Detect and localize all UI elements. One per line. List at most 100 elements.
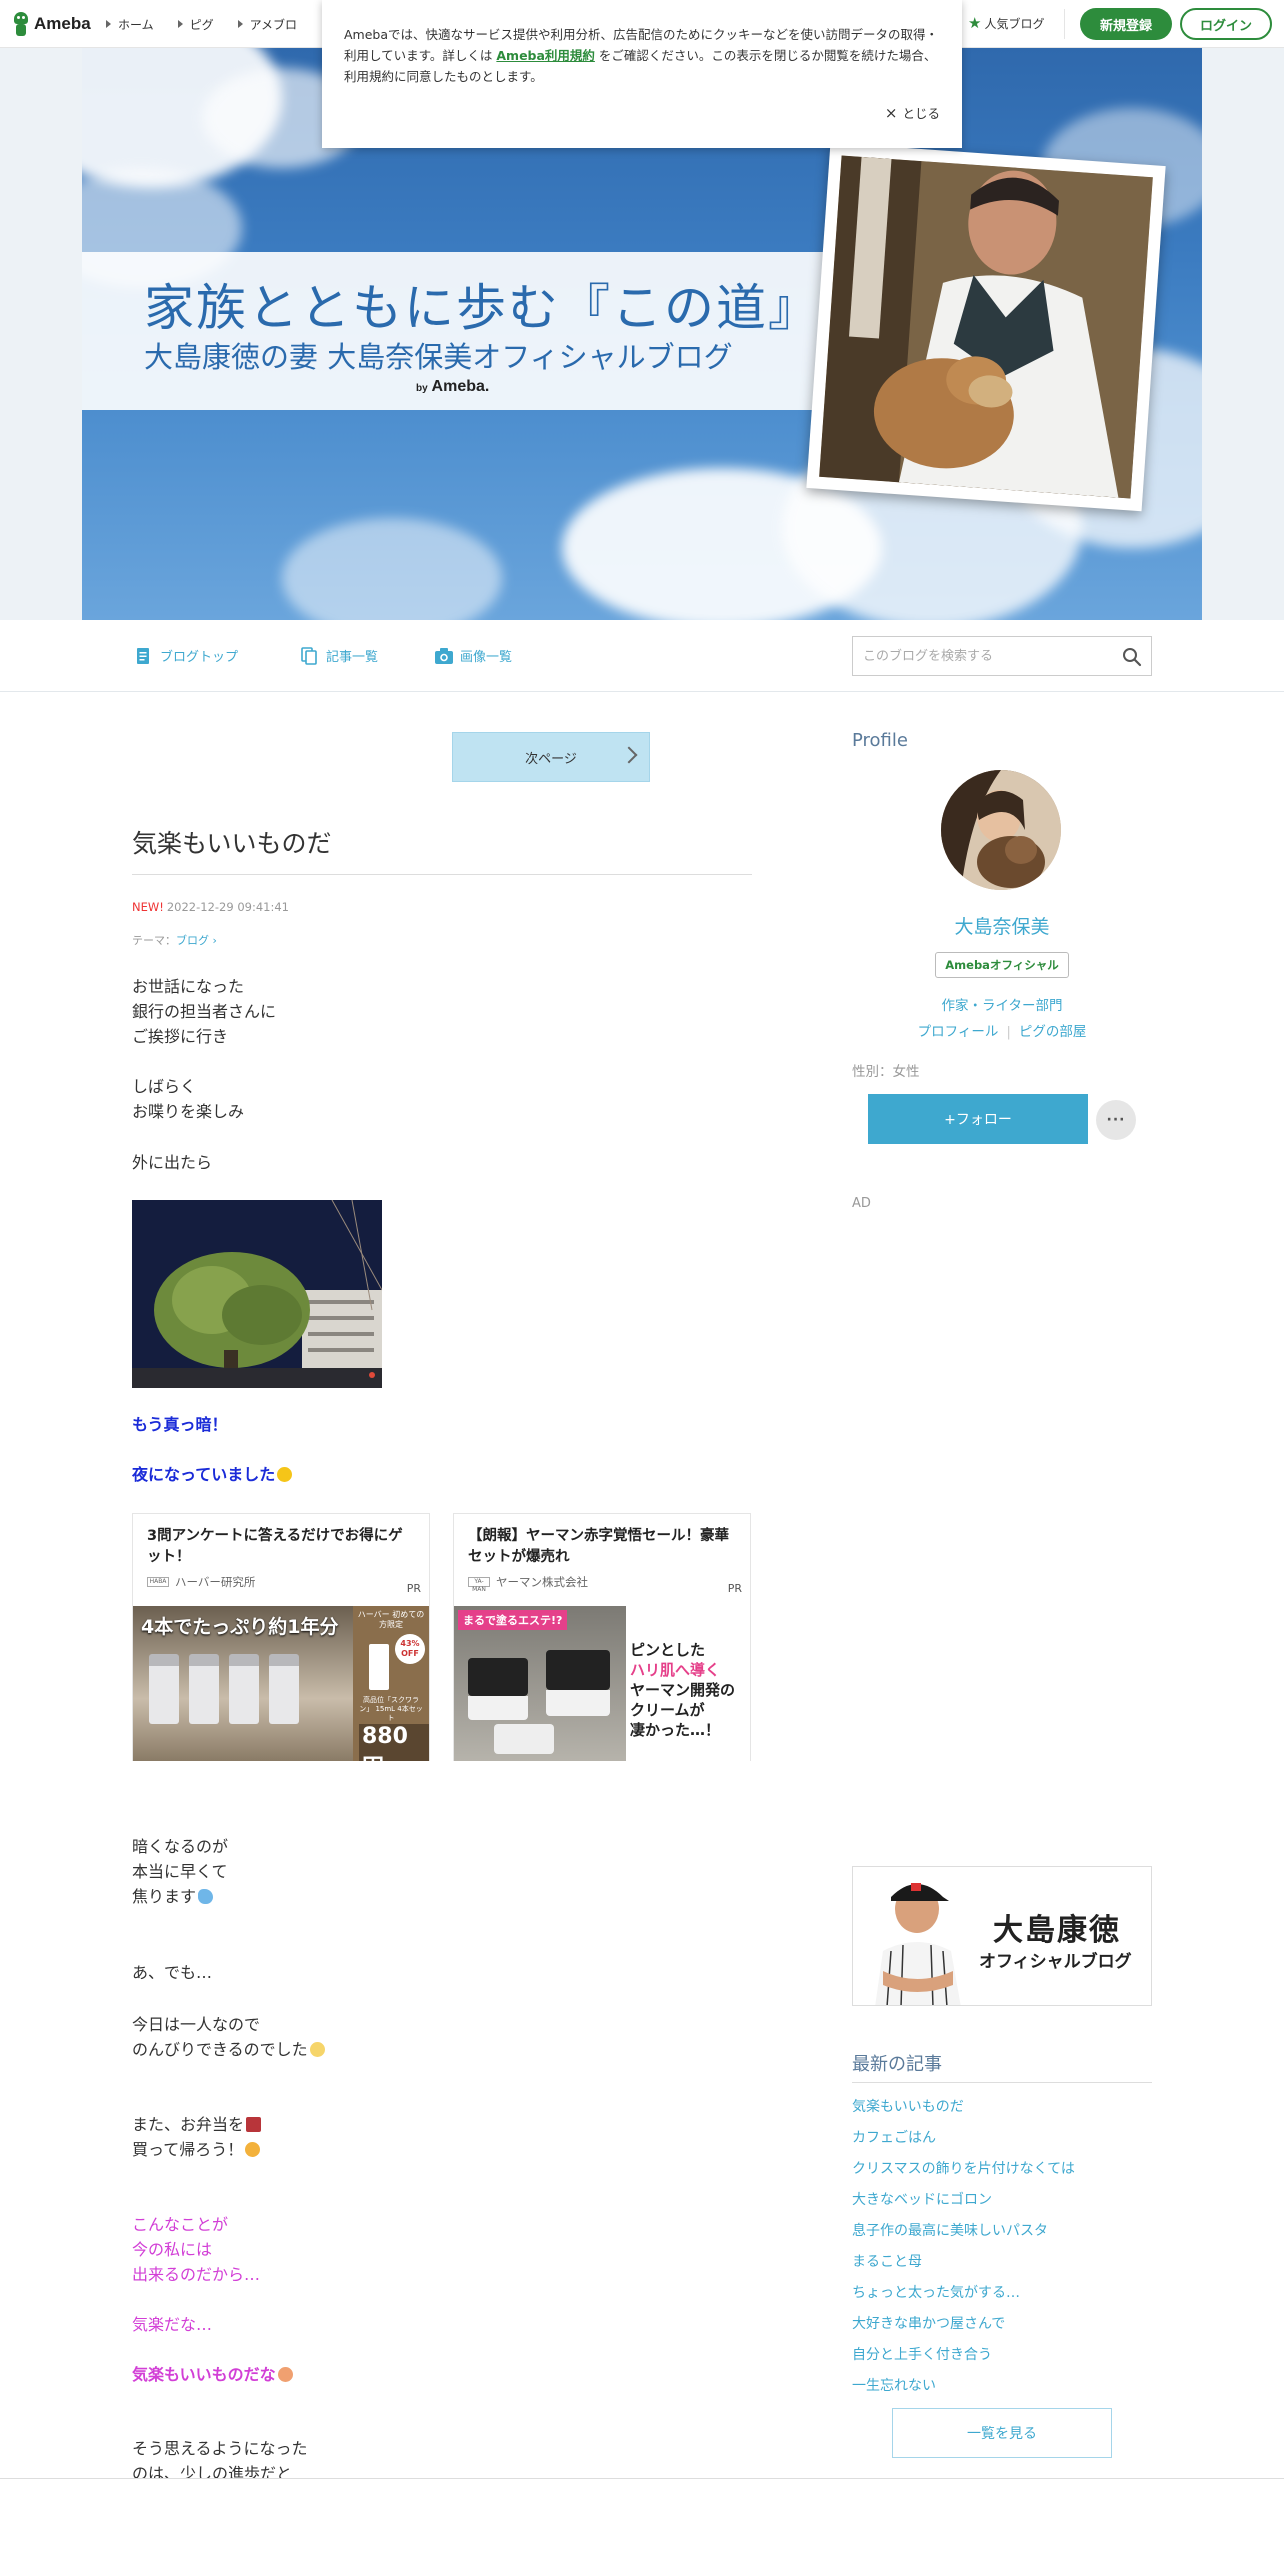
next-page-button[interactable]: 次ページ bbox=[452, 732, 650, 782]
new-badge: NEW! bbox=[132, 900, 164, 914]
latest-entry-link[interactable]: クリスマスの飾りを片付けなくては bbox=[852, 2158, 1075, 2178]
register-button[interactable]: 新規登録 bbox=[1080, 8, 1172, 40]
popular-blog-link[interactable]: ★ 人気ブログ bbox=[968, 14, 1044, 32]
sweat-droplets-emoji-icon bbox=[198, 1889, 214, 1904]
baseball-player-photo bbox=[857, 1867, 977, 2005]
latest-entry-link[interactable]: まること母 bbox=[852, 2251, 922, 2271]
footer-area bbox=[0, 2479, 1284, 2568]
cookie-close-button[interactable]: × とじる bbox=[885, 103, 940, 124]
latest-entry-link[interactable]: 自分と上手く付き合う bbox=[852, 2344, 992, 2364]
latest-entry-link[interactable]: 息子作の最高に美味しいパスタ bbox=[852, 2220, 1048, 2240]
chevron-right-icon bbox=[620, 746, 638, 764]
pr-card-haba[interactable]: 3問アンケートに答えるだけでお得にゲット！ HABA ハーバー研究所 PR 4本で… bbox=[132, 1513, 430, 1761]
entry-paragraph-2: しばらく お喋りを楽しみ bbox=[132, 1077, 245, 1121]
oshima-yasunori-blog-banner[interactable]: 大島康徳 オフィシャルブログ bbox=[852, 1866, 1152, 2006]
profile-gender: 性別：女性 bbox=[852, 1064, 920, 1080]
blog-subtitle: 大島康徳の妻 大島奈保美オフィシャルブログ bbox=[144, 340, 733, 374]
latest-entry-link[interactable]: 大好きな串かつ屋さんで bbox=[852, 2313, 1005, 2333]
pr-title: 3問アンケートに答えるだけでお得にゲット！ bbox=[147, 1528, 403, 1565]
search-icon[interactable] bbox=[1121, 646, 1143, 668]
cookie-consent-banner: Amebaでは、快適なサービス提供や利用分析、広告配信のためにクッキーなどを使い… bbox=[322, 0, 962, 148]
entry-meta: NEW! 2022-12-29 09:41:41 bbox=[132, 900, 289, 914]
entry-bold-1: もう真っ暗！ bbox=[132, 1415, 228, 1434]
document-icon bbox=[134, 647, 152, 665]
close-icon: × bbox=[884, 104, 898, 122]
entry-paragraph-6: 今日は一人なので のんびりできるのでした bbox=[132, 2012, 752, 2062]
ad-label: AD bbox=[852, 1196, 871, 1211]
pr-card-yaman[interactable]: 【朗報】ヤーマン赤字覚悟セール！豪華セットが爆売れ YA-MAN ヤーマン株式会社… bbox=[453, 1513, 751, 1761]
hero-photo bbox=[806, 142, 1166, 512]
image-list-link[interactable]: 画像一覧 bbox=[434, 646, 512, 665]
login-button[interactable]: ログイン bbox=[1180, 8, 1272, 40]
profile-name[interactable]: 大島奈保美 bbox=[852, 912, 1152, 939]
profile-links: プロフィール | ピグの部屋 bbox=[917, 1024, 1087, 1040]
title-divider bbox=[132, 874, 752, 875]
ameba-logo[interactable]: Ameba bbox=[12, 12, 91, 36]
banner-title: 大島康徳 bbox=[993, 1913, 1121, 1948]
profile-link[interactable]: プロフィール bbox=[918, 1024, 999, 1040]
ameba-official-badge: Amebaオフィシャル bbox=[935, 952, 1069, 978]
blog-search-input[interactable] bbox=[853, 637, 1103, 675]
gnav-home-label: ホーム bbox=[118, 17, 154, 32]
terms-link[interactable]: Ameba利用規約 bbox=[496, 48, 595, 63]
advertiser-logo: HABA bbox=[147, 1577, 169, 1587]
entry-title[interactable]: 気楽もいいものだ bbox=[132, 824, 332, 860]
entry-list-label: 記事一覧 bbox=[326, 650, 379, 665]
header-divider bbox=[1064, 9, 1065, 39]
caret-right-icon bbox=[106, 20, 111, 28]
see-all-entries-button[interactable]: 一覧を見る bbox=[892, 2408, 1112, 2458]
latest-divider bbox=[852, 2082, 1152, 2083]
caret-right-icon bbox=[177, 20, 183, 28]
pr-label: PR bbox=[727, 1582, 742, 1595]
latest-entry-link[interactable]: 気楽もいいものだ bbox=[852, 2096, 964, 2116]
entry-pink-paragraph-1: こんなことが 今の私には 出来るのだから… bbox=[132, 2215, 261, 2284]
entry-bold-2: 夜になっていました bbox=[132, 1462, 752, 1487]
entry-pink-paragraph-2: 気楽だな… bbox=[132, 2315, 213, 2334]
latest-entry-link[interactable]: ちょっと太った気がする… bbox=[852, 2282, 1020, 2302]
next-page-label: 次ページ bbox=[525, 751, 577, 767]
entry-theme: テーマ：ブログ › bbox=[132, 932, 217, 948]
pigg-room-link[interactable]: ピグの部屋 bbox=[1019, 1024, 1087, 1040]
blog-top-label: ブログトップ bbox=[160, 650, 239, 665]
entry-list-link[interactable]: 記事一覧 bbox=[300, 646, 378, 665]
profile-genre-link[interactable]: 作家・ライター部門 bbox=[852, 994, 1152, 1014]
blog-top-link[interactable]: ブログトップ bbox=[134, 646, 238, 665]
blog-nav: ブログトップ 記事一覧 画像一覧 bbox=[0, 620, 1284, 692]
entry-paragraph-5: あ、でも… bbox=[132, 1963, 213, 1982]
follow-button[interactable]: +フォロー bbox=[868, 1094, 1088, 1144]
sparkle-emoji-icon bbox=[309, 2042, 325, 2057]
latest-entry-link[interactable]: 一生忘れない bbox=[852, 2375, 936, 2395]
image-list-label: 画像一覧 bbox=[460, 650, 513, 665]
pr-advertiser: YA-MAN ヤーマン株式会社 bbox=[468, 1574, 588, 1593]
gnav-pigg[interactable]: ピグ bbox=[177, 16, 214, 33]
theme-link[interactable]: ブログ › bbox=[176, 934, 217, 947]
camera-icon bbox=[434, 647, 453, 665]
latest-entries-heading: 最新の記事 bbox=[852, 2054, 942, 2075]
entry-paragraph-7: また、お弁当を 買って帰ろう！ bbox=[132, 2112, 752, 2162]
blog-search bbox=[852, 636, 1152, 676]
entry-photo-night-tree[interactable] bbox=[132, 1200, 382, 1388]
latest-entry-link[interactable]: 大きなベッドにゴロン bbox=[852, 2189, 992, 2209]
entry-paragraph-1: お世話になった 銀行の担当者さんに ご挨拶に行き bbox=[132, 977, 277, 1046]
profile-avatar[interactable] bbox=[941, 770, 1061, 890]
gnav-ameblo-label: アメブロ bbox=[249, 17, 298, 32]
pr-title: 【朗報】ヤーマン赤字覚悟セール！豪華セットが爆売れ bbox=[468, 1528, 729, 1565]
entry-datetime: 2022-12-29 09:41:41 bbox=[166, 900, 289, 914]
angel-smile-emoji-icon bbox=[277, 2367, 293, 2382]
pr-label: PR bbox=[406, 1582, 421, 1595]
gnav-ameblo[interactable]: アメブロ bbox=[237, 16, 298, 33]
sweat-smile-emoji-icon bbox=[277, 1467, 293, 1482]
blush-smile-emoji-icon bbox=[245, 2142, 261, 2157]
theme-prefix: テーマ： bbox=[132, 934, 176, 947]
cookie-close-label: とじる bbox=[902, 106, 940, 121]
advertiser-logo: YA-MAN bbox=[468, 1577, 490, 1593]
entry-paragraph-4: 暗くなるのが 本当に早くて 焦ります bbox=[132, 1837, 229, 1906]
more-options-button[interactable]: ··· bbox=[1096, 1100, 1136, 1140]
pages-icon bbox=[300, 646, 318, 665]
ameba-logo-text: Ameba bbox=[34, 14, 91, 33]
gnav-home[interactable]: ホーム bbox=[106, 16, 154, 33]
caret-right-icon bbox=[237, 20, 243, 28]
pr-image-squalane: 4本でたっぷり約1年分 ハーバー 初めての方限定 43% OFF 高品位「スクワ… bbox=[133, 1606, 429, 1761]
latest-entry-link[interactable]: カフェごはん bbox=[852, 2127, 936, 2147]
profile-heading: Profile bbox=[852, 730, 908, 751]
